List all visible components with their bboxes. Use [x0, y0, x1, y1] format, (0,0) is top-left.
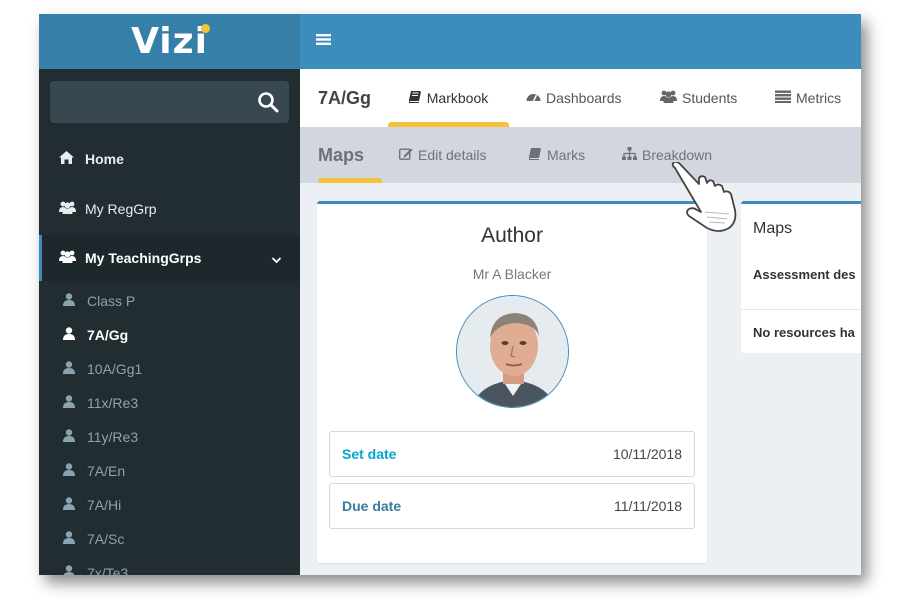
user-icon — [63, 463, 77, 479]
sidebar-subitem-7x-te3[interactable]: 7x/Te3 — [39, 556, 300, 575]
chevron-down-icon[interactable] — [271, 251, 282, 267]
sidebar-subitem-7a-sc[interactable]: 7A/Sc — [39, 522, 300, 556]
set-date-label: Set date — [342, 446, 397, 462]
author-name: Mr A Blacker — [472, 266, 552, 282]
maps-card: Maps Assessment des No resources ha — [741, 201, 861, 353]
sidebar-item-my-teachinggrps[interactable]: My TeachingGrps — [39, 235, 300, 281]
logo-dot — [201, 24, 210, 33]
sidebar-item-label: My TeachingGrps — [85, 250, 202, 266]
tab-metrics[interactable]: Metrics — [775, 69, 841, 127]
user-icon — [63, 565, 77, 575]
tab-label: Metrics — [796, 90, 842, 106]
sidebar-subitem-class-p[interactable]: Class P — [39, 284, 300, 318]
group-title: 7A/Gg — [318, 88, 372, 108]
sidebar-subitem-label: 11y/Re3 — [87, 429, 139, 445]
subtab-maps[interactable]: Maps — [318, 127, 364, 183]
active-subtab-indicator — [318, 178, 382, 183]
due-date-row: Due date 11/11/2018 — [329, 483, 695, 529]
app-window: Vizi Home My RegGrp My TeachingGrps Clas… — [39, 14, 861, 575]
vizi-logo[interactable]: Vizi — [39, 14, 300, 69]
user-icon — [63, 497, 77, 513]
sidebar-item-my-reggrp[interactable]: My RegGrp — [39, 186, 300, 232]
sidebar-subitem-10a-gg1[interactable]: 10A/Gg1 — [39, 352, 300, 386]
subtab-edit-details[interactable]: Edit details — [398, 127, 487, 183]
author-card: Author Mr A Blacker Set date 10/11/2018 … — [317, 201, 707, 563]
resources-note: No resources ha — [753, 325, 855, 340]
sitemap-icon — [622, 147, 637, 163]
user-icon — [63, 327, 77, 343]
subtab-marks[interactable]: Marks — [529, 127, 585, 183]
search-input[interactable] — [50, 81, 289, 123]
book-icon — [408, 90, 422, 106]
sidebar-item-label: My RegGrp — [85, 201, 157, 217]
tab-students[interactable]: Students — [660, 69, 737, 127]
list-icon — [775, 90, 791, 106]
author-title: Author — [481, 224, 543, 247]
users-icon — [59, 250, 77, 266]
subtab-label: Marks — [547, 147, 586, 163]
dashboard-icon — [526, 90, 541, 106]
sidebar-subitem-7a-en[interactable]: 7A/En — [39, 454, 300, 488]
sidebar-subitem-label: 7x/Te3 — [87, 565, 129, 575]
tab-label: Markbook — [426, 90, 489, 106]
user-icon — [63, 361, 77, 377]
subtab-label: Breakdown — [642, 147, 713, 163]
sidebar: Vizi Home My RegGrp My TeachingGrps Clas… — [39, 14, 300, 575]
search-icon[interactable] — [257, 91, 279, 118]
assessment-description: Assessment des — [753, 267, 856, 282]
sidebar-item-home[interactable]: Home — [39, 136, 300, 182]
hamburger-menu-icon[interactable] — [316, 33, 331, 51]
sidebar-subitem-label: Class P — [87, 293, 136, 309]
due-date-label: Due date — [342, 498, 402, 514]
divider — [741, 309, 861, 310]
group-tab-bar: 7A/Gg Markbook Dashboards Students Metri… — [300, 69, 861, 127]
logo-text: Vizi — [131, 21, 208, 62]
tab-dashboards[interactable]: Dashboards — [526, 69, 622, 127]
maps-card-title: Maps — [753, 220, 793, 237]
user-icon — [63, 395, 77, 411]
tab-label: Dashboards — [546, 90, 622, 106]
user-icon — [63, 429, 77, 445]
sidebar-item-label: Home — [85, 151, 124, 167]
sidebar-subitem-label: 7A/Gg — [87, 327, 129, 343]
user-icon — [63, 531, 77, 547]
user-icon — [63, 293, 77, 309]
sidebar-subitem-label: 7A/Sc — [87, 531, 125, 547]
sidebar-subitem-7a-gg[interactable]: 7A/Gg — [39, 318, 300, 352]
tab-label: Students — [682, 90, 738, 106]
sidebar-subitem-label: 10A/Gg1 — [87, 361, 143, 377]
author-avatar — [456, 295, 569, 408]
pointing-hand-icon — [665, 160, 741, 239]
sidebar-subitem-11y-re3[interactable]: 11y/Re3 — [39, 420, 300, 454]
users-icon — [660, 90, 677, 106]
set-date-row: Set date 10/11/2018 — [329, 431, 695, 477]
subtab-label: Edit details — [418, 147, 487, 163]
set-date-value: 10/11/2018 — [612, 446, 682, 462]
map-subtab-bar: Maps Edit details Marks Breakdown — [300, 127, 861, 183]
sidebar-subitem-7a-hi[interactable]: 7A/Hi — [39, 488, 300, 522]
sidebar-subitem-label: 7A/Hi — [87, 497, 122, 513]
top-navbar — [300, 14, 861, 69]
sidebar-subitem-label: 11x/Re3 — [87, 395, 139, 411]
due-date-value: 11/11/2018 — [614, 498, 682, 514]
book-icon — [529, 147, 542, 163]
edit-icon — [398, 147, 413, 163]
home-icon — [59, 151, 77, 167]
tab-markbook[interactable]: Markbook — [388, 69, 509, 127]
sidebar-subitem-11x-re3[interactable]: 11x/Re3 — [39, 386, 300, 420]
users-icon — [59, 201, 77, 217]
sidebar-subitem-label: 7A/En — [87, 463, 126, 479]
